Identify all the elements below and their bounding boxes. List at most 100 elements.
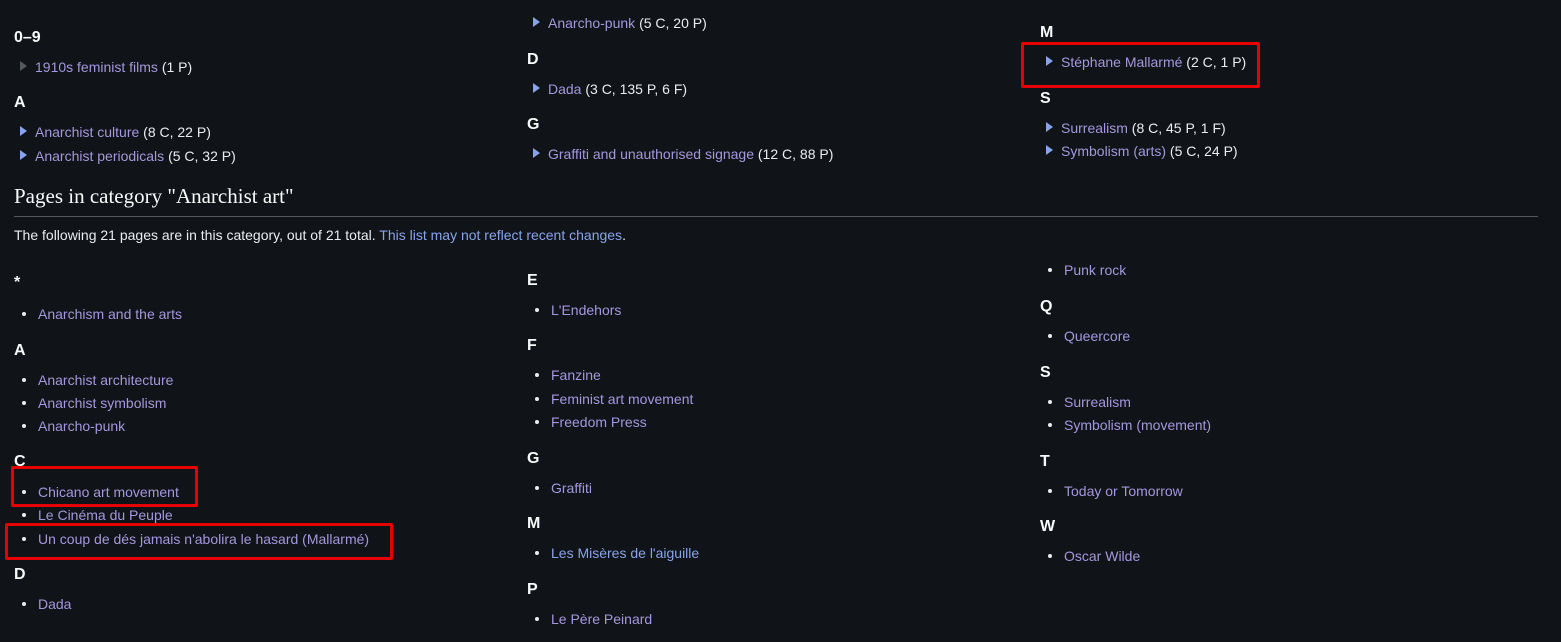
list-item[interactable]: Un coup de dés jamais n'abolira le hasar…: [22, 531, 369, 547]
intro-end: .: [622, 227, 626, 243]
subcat-letter-g: G: [527, 116, 540, 133]
bullet-icon: [22, 602, 26, 606]
page-link[interactable]: Un coup de dés jamais n'abolira le hasar…: [38, 531, 369, 547]
page-link[interactable]: Le Cinéma du Peuple: [38, 507, 173, 523]
subcat-item[interactable]: Anarcho-punk (5 C, 20 P): [533, 15, 707, 31]
list-item[interactable]: Le Père Peinard: [535, 611, 652, 627]
page-link[interactable]: Queercore: [1064, 328, 1130, 344]
subcat-item[interactable]: Stéphane Mallarmé (2 C, 1 P): [1046, 54, 1246, 70]
expand-triangle-icon[interactable]: [1046, 56, 1053, 66]
bullet-icon: [22, 424, 26, 428]
list-item[interactable]: Le Cinéma du Peuple: [22, 507, 173, 523]
list-item[interactable]: Anarchism and the arts: [22, 306, 182, 322]
subcat-item[interactable]: Symbolism (arts) (5 C, 24 P): [1046, 143, 1238, 159]
list-item[interactable]: Fanzine: [535, 367, 601, 383]
list-item[interactable]: Graffiti: [535, 480, 592, 496]
subcat-count: (5 C, 20 P): [639, 15, 707, 31]
bullet-icon: [22, 490, 26, 494]
expand-triangle-icon[interactable]: [20, 150, 27, 160]
subcat-letter-d: D: [527, 51, 539, 68]
expand-triangle-icon[interactable]: [20, 126, 27, 136]
subcat-link[interactable]: Anarcho-punk: [548, 15, 635, 31]
subcat-link[interactable]: Anarchist periodicals: [35, 148, 164, 164]
page-link[interactable]: Symbolism (movement): [1064, 417, 1211, 433]
subcat-link[interactable]: Stéphane Mallarmé: [1061, 54, 1182, 70]
list-item[interactable]: Punk rock: [1048, 262, 1126, 278]
subcat-item[interactable]: 1910s feminist films (1 P): [20, 59, 192, 75]
list-item[interactable]: Queercore: [1048, 328, 1130, 344]
subcat-item[interactable]: Anarchist periodicals (5 C, 32 P): [20, 148, 236, 164]
pages-letter-w: W: [1040, 518, 1056, 535]
subcat-count: (12 C, 88 P): [757, 146, 834, 162]
page-link[interactable]: Today or Tomorrow: [1064, 483, 1183, 499]
bullet-icon: [535, 486, 539, 490]
page-link[interactable]: Freedom Press: [551, 414, 647, 430]
page-link[interactable]: Anarchist symbolism: [38, 395, 166, 411]
subcat-item[interactable]: Surrealism (8 C, 45 P, 1 F): [1046, 120, 1226, 136]
subcat-item[interactable]: Dada (3 C, 135 P, 6 F): [533, 81, 687, 97]
list-item[interactable]: Oscar Wilde: [1048, 548, 1140, 564]
subcat-count: (8 C, 45 P, 1 F): [1131, 120, 1226, 136]
list-item[interactable]: Feminist art movement: [535, 391, 693, 407]
list-item[interactable]: Symbolism (movement): [1048, 417, 1211, 433]
bullet-icon: [22, 537, 26, 541]
list-item[interactable]: Anarchist symbolism: [22, 395, 166, 411]
list-item[interactable]: Dada: [22, 596, 71, 612]
subcat-count: (5 C, 32 P): [168, 148, 236, 164]
bullet-icon: [22, 401, 26, 405]
subcat-link[interactable]: Graffiti and unauthorised signage: [548, 146, 754, 162]
list-item[interactable]: Today or Tomorrow: [1048, 483, 1183, 499]
page-link[interactable]: Oscar Wilde: [1064, 548, 1140, 564]
subcat-letter-m: M: [1040, 24, 1054, 41]
page-link[interactable]: Anarchist architecture: [38, 372, 173, 388]
subcat-link[interactable]: Surrealism: [1061, 120, 1128, 136]
bullet-icon: [22, 378, 26, 382]
pages-intro: The following 21 pages are in this categ…: [14, 227, 626, 243]
subcat-link[interactable]: Dada: [548, 81, 581, 97]
list-item[interactable]: L'Endehors: [535, 302, 621, 318]
page-link[interactable]: Graffiti: [551, 480, 592, 496]
expand-triangle-icon[interactable]: [533, 148, 540, 158]
pages-letter-s: S: [1040, 364, 1051, 381]
page-link[interactable]: Le Père Peinard: [551, 611, 652, 627]
list-item[interactable]: Freedom Press: [535, 414, 647, 430]
bullet-icon: [535, 308, 539, 312]
list-item[interactable]: Surrealism: [1048, 394, 1131, 410]
list-item[interactable]: Chicano art movement: [22, 484, 179, 500]
list-item[interactable]: Les Misères de l'aiguille: [535, 545, 699, 561]
pages-letter-t: T: [1040, 453, 1050, 470]
subcat-letter-a: A: [14, 94, 26, 111]
page-link[interactable]: Anarchism and the arts: [38, 306, 182, 322]
subcat-link[interactable]: Anarchist culture: [35, 124, 139, 140]
pages-letter-c: C: [14, 453, 26, 470]
recent-changes-link[interactable]: This list may not reflect recent changes: [379, 227, 622, 243]
page-link[interactable]: Punk rock: [1064, 262, 1126, 278]
page-link[interactable]: Dada: [38, 596, 71, 612]
subcat-link[interactable]: Symbolism (arts): [1061, 143, 1166, 159]
expand-triangle-icon[interactable]: [533, 83, 540, 93]
expand-triangle-icon[interactable]: [1046, 122, 1053, 132]
page-link[interactable]: L'Endehors: [551, 302, 621, 318]
page-link[interactable]: Fanzine: [551, 367, 601, 383]
page-link[interactable]: Les Misères de l'aiguille: [551, 545, 699, 561]
bullet-icon: [535, 551, 539, 555]
list-item[interactable]: Anarcho-punk: [22, 418, 125, 434]
bullet-icon: [1048, 423, 1052, 427]
expand-triangle-icon[interactable]: [533, 17, 540, 27]
subcat-item[interactable]: Anarchist culture (8 C, 22 P): [20, 124, 211, 140]
subcat-item[interactable]: Graffiti and unauthorised signage (12 C,…: [533, 146, 833, 162]
bullet-icon: [1048, 334, 1052, 338]
expand-triangle-icon[interactable]: [1046, 145, 1053, 155]
pages-letter-star: *: [14, 274, 21, 291]
pages-letter-f: F: [527, 337, 537, 354]
list-item[interactable]: Anarchist architecture: [22, 372, 173, 388]
subcat-link[interactable]: 1910s feminist films: [35, 59, 158, 75]
page-link[interactable]: Feminist art movement: [551, 391, 693, 407]
bullet-icon: [535, 420, 539, 424]
page-link[interactable]: Anarcho-punk: [38, 418, 125, 434]
page-link[interactable]: Chicano art movement: [38, 484, 179, 500]
subcat-letter-0-9: 0–9: [14, 29, 41, 46]
subcat-count: (2 C, 1 P): [1186, 54, 1247, 70]
bullet-icon: [1048, 489, 1052, 493]
page-link[interactable]: Surrealism: [1064, 394, 1131, 410]
